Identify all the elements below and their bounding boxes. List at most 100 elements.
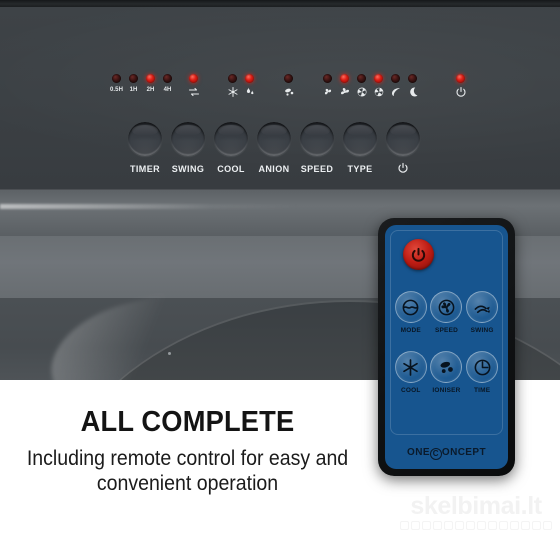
remote-control: MODE SPEED SWING COOL IONISER TIME ONE C… [378,218,515,476]
remote-cell-time[interactable]: TIME [464,351,500,394]
snowflake-icon [401,358,420,377]
led-power [456,74,465,83]
anion-button-label: ANION [258,164,290,174]
swing-icon [473,298,492,317]
led-cell-timer-1h: 1H [125,74,142,93]
unit-top-edge [0,0,560,7]
power-icon [410,246,427,263]
unit-gloss-highlight [0,204,300,209]
surface-speck [168,352,171,355]
button-cell-timer[interactable]: TIMER [128,122,162,174]
led-cell-timer-05h: 0.5H [108,74,125,93]
led-cell-timer-4h: 4H [159,74,176,93]
swing-arrows-icon [188,86,200,98]
led-timer-1h [129,74,138,83]
remote-swing-label: SWING [470,327,494,334]
remote-cool-button[interactable] [394,351,427,383]
led-cell-fan-high [336,74,353,98]
fan-high-icon [339,86,351,98]
led-group-mode [224,74,258,98]
led-cell-natural [387,74,404,98]
led-fan-gear [374,74,383,83]
led-humidify [245,74,254,83]
remote-faceplate: MODE SPEED SWING COOL IONISER TIME ONE C… [385,225,508,469]
led-group-anion [280,74,297,98]
button-cell-power[interactable] [386,122,420,174]
remote-cell-cool[interactable]: COOL [393,351,429,394]
timer-button[interactable] [128,122,162,156]
remote-time-label: TIME [474,387,491,394]
fan-circle-icon [356,86,368,98]
mode-icon [401,298,420,317]
led-timer-05h [112,74,121,83]
led-group-power [452,74,469,98]
power-icon [455,86,467,98]
water-drop-icon [244,86,256,98]
caption-title: ALL COMPLETE [80,406,295,438]
remote-brand-logo: ONE C ONCEPT [385,447,508,460]
button-cell-cool[interactable]: COOL [214,122,248,174]
remote-mode-label: MODE [400,327,421,334]
leaf-icon [390,86,402,98]
button-cell-type[interactable]: TYPE [343,122,377,174]
led-label-timer-05h: 0.5H [109,87,124,93]
led-natural [391,74,400,83]
remote-power-button[interactable] [403,239,434,270]
ioniser-icon [283,86,295,98]
power-button[interactable] [386,122,420,156]
led-group-timer: 0.5H 1H 2H 4H [108,74,176,93]
led-fan-low [323,74,332,83]
remote-cool-label: COOL [401,387,421,394]
remote-speed-button[interactable] [430,291,463,323]
button-cell-swing[interactable]: SWING [171,122,205,174]
remote-swing-button[interactable] [466,291,499,323]
swing-button-label: SWING [171,164,205,174]
type-button-label: TYPE [347,164,373,174]
led-timer-2h [146,74,155,83]
led-group-swing [185,74,202,98]
remote-cell-ioniser[interactable]: IONISER [429,351,465,394]
speed-button[interactable] [300,122,334,156]
button-cell-speed[interactable]: SPEED [300,122,334,174]
led-swing [189,74,198,83]
led-anion [284,74,293,83]
led-cell-sleep [404,74,421,98]
remote-cell-speed[interactable]: SPEED [429,291,465,334]
remote-cell-swing[interactable]: SWING [464,291,500,334]
led-label-timer-4h: 4H [163,87,172,93]
control-button-row: TIMER SWING COOL ANION SPEED TYPE [128,122,420,174]
speed-button-label: SPEED [300,164,334,174]
clock-icon [473,358,492,377]
led-timer-4h [163,74,172,83]
led-cell-fan-low [319,74,336,98]
timer-button-label: TIMER [130,164,160,174]
swing-button[interactable] [171,122,205,156]
type-button[interactable] [343,122,377,156]
brand-prefix: ONE [407,447,430,458]
remote-cell-mode[interactable]: MODE [393,291,429,334]
caption-subtitle: Including remote control for easy and co… [26,447,349,495]
watermark-text: skelbimai.lt [410,492,542,520]
led-indicator-row: 0.5H 1H 2H 4H [108,74,469,98]
led-cell-anion [280,74,297,98]
led-cell-power [452,74,469,98]
led-cell-fan-gear [370,74,387,98]
product-marketing-image: 0.5H 1H 2H 4H TIMER SWING COOL ANION SPE… [0,0,560,546]
led-cell-fan-circle [353,74,370,98]
remote-mode-button[interactable] [394,291,427,323]
snowflake-icon [227,86,239,98]
power-icon [397,162,409,174]
led-label-timer-2h: 2H [146,87,155,93]
remote-time-button[interactable] [466,351,499,383]
led-sleep [408,74,417,83]
remote-ioniser-button[interactable] [430,351,463,383]
remote-ioniser-label: IONISER [432,387,461,394]
cool-button[interactable] [214,122,248,156]
watermark-filmstrip [398,521,554,530]
led-label-timer-1h: 1H [129,87,138,93]
led-fan-high [340,74,349,83]
cool-button-label: COOL [217,164,245,174]
fan-icon [437,298,456,317]
button-cell-anion[interactable]: ANION [257,122,291,174]
anion-button[interactable] [257,122,291,156]
